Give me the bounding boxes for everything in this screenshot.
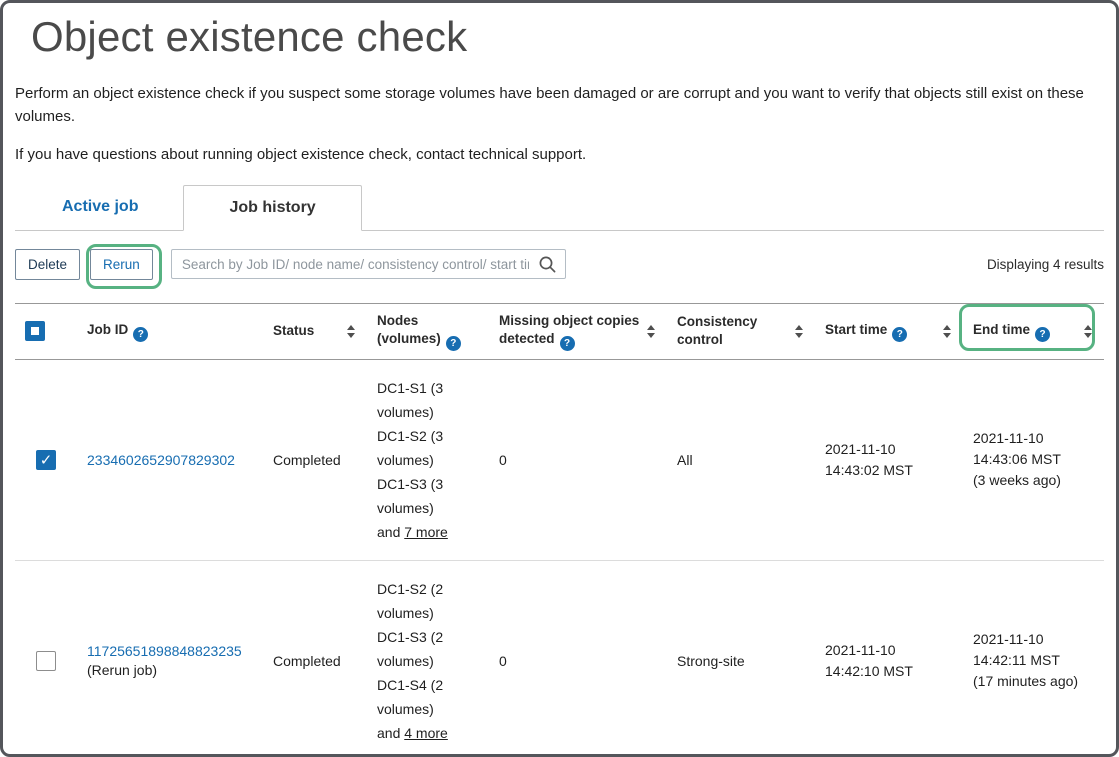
- status-cell: Completed: [263, 359, 367, 560]
- help-icon[interactable]: ?: [892, 327, 907, 342]
- clock-line: 14:42:11 MST: [973, 650, 1094, 671]
- job-id-link[interactable]: 2334602652907829302: [87, 452, 235, 468]
- date-line: 2021-11-10: [973, 629, 1094, 650]
- clock-line: 14:43:02 MST: [825, 460, 953, 481]
- delete-button[interactable]: Delete: [15, 249, 80, 280]
- rerun-job-note: (Rerun job): [87, 662, 253, 678]
- consistency-value: All: [677, 452, 693, 468]
- select-all-checkbox[interactable]: [25, 321, 45, 341]
- nodes-more-line: and 4 more: [377, 721, 479, 745]
- col-header-consistency: Consistency control: [667, 303, 815, 359]
- row-checkbox[interactable]: [36, 651, 56, 671]
- row-select-cell: [15, 560, 77, 757]
- help-icon[interactable]: ?: [560, 336, 575, 351]
- nodes-more-line: and 7 more: [377, 520, 479, 544]
- col-label-nodes: Nodes (volumes): [377, 313, 441, 346]
- col-header-end-time: End time?: [963, 303, 1104, 359]
- sort-icon[interactable]: [795, 325, 805, 338]
- help-icon[interactable]: ?: [133, 327, 148, 342]
- header-row: Job ID? Status Nodes (volumes)?: [15, 303, 1104, 359]
- relative-time-line: (3 weeks ago): [973, 470, 1094, 491]
- rerun-button[interactable]: Rerun: [90, 249, 153, 280]
- consistency-cell: Strong-site: [667, 560, 815, 757]
- col-header-status: Status: [263, 303, 367, 359]
- missing-copies-value: 0: [499, 452, 507, 468]
- col-header-job-id: Job ID?: [77, 303, 263, 359]
- date-line: 2021-11-10: [973, 428, 1094, 449]
- search-icon[interactable]: [538, 255, 557, 274]
- table-row: 2334602652907829302 Completed DC1-S1 (3 …: [15, 359, 1104, 560]
- page-content: Object existence check Perform an object…: [3, 3, 1116, 757]
- col-header-missing-copies: Missing object copies detected?: [489, 303, 667, 359]
- search-input[interactable]: [171, 249, 566, 279]
- col-header-select: [15, 303, 77, 359]
- nodes-cell: DC1-S2 (2 volumes) DC1-S3 (2 volumes) DC…: [367, 560, 489, 757]
- job-id-cell: 11725651898848823235 (Rerun job): [77, 560, 263, 757]
- missing-copies-cell: 0: [489, 560, 667, 757]
- sort-icon[interactable]: [1084, 325, 1094, 338]
- consistency-cell: All: [667, 359, 815, 560]
- sort-icon[interactable]: [943, 325, 953, 338]
- row-select-cell: [15, 359, 77, 560]
- sort-icon[interactable]: [347, 325, 357, 338]
- col-label-start-time: Start time: [825, 322, 887, 337]
- status-value: Completed: [273, 452, 341, 468]
- date-line: 2021-11-10: [825, 439, 953, 460]
- node-volumes: DC1-S2 (2 volumes): [377, 577, 479, 625]
- help-icon[interactable]: ?: [446, 336, 461, 351]
- col-label-end-time: End time: [973, 322, 1030, 337]
- status-cell: Completed: [263, 560, 367, 757]
- clock-line: 14:43:06 MST: [973, 449, 1094, 470]
- start-time-cell: 2021-11-10 14:42:10 MST: [815, 560, 963, 757]
- tab-active-job[interactable]: Active job: [17, 185, 183, 230]
- node-volumes: DC1-S3 (2 volumes): [377, 625, 479, 673]
- node-volumes: DC1-S4 (2 volumes): [377, 673, 479, 721]
- and-text: and: [377, 725, 400, 741]
- status-value: Completed: [273, 653, 341, 669]
- date-line: 2021-11-10: [825, 640, 953, 661]
- table-row: 11725651898848823235 (Rerun job) Complet…: [15, 560, 1104, 757]
- consistency-value: Strong-site: [677, 653, 745, 669]
- search-box: [171, 249, 566, 279]
- col-label-status: Status: [273, 323, 314, 338]
- results-count: Displaying 4 results: [987, 257, 1104, 272]
- relative-time-line: (17 minutes ago): [973, 671, 1094, 692]
- node-volumes: DC1-S1 (3 volumes): [377, 376, 479, 424]
- node-volumes: DC1-S2 (3 volumes): [377, 424, 479, 472]
- col-label-consistency: Consistency control: [677, 314, 757, 347]
- nodes-cell: DC1-S1 (3 volumes) DC1-S2 (3 volumes) DC…: [367, 359, 489, 560]
- object-existence-check-page: Object existence check Perform an object…: [0, 0, 1119, 757]
- support-note: If you have questions about running obje…: [15, 144, 1104, 167]
- missing-copies-value: 0: [499, 653, 507, 669]
- page-description: Perform an object existence check if you…: [15, 83, 1104, 128]
- and-text: and: [377, 524, 400, 540]
- end-time-cell: 2021-11-10 14:43:06 MST (3 weeks ago): [963, 359, 1104, 560]
- col-label-job-id: Job ID: [87, 322, 128, 337]
- node-volumes: DC1-S3 (3 volumes): [377, 472, 479, 520]
- toolbar: Delete Rerun Displaying 4 results: [15, 249, 1104, 280]
- job-history-table: Job ID? Status Nodes (volumes)?: [15, 303, 1104, 757]
- more-nodes-link[interactable]: 7 more: [404, 524, 448, 540]
- col-header-start-time: Start time?: [815, 303, 963, 359]
- start-time-cell: 2021-11-10 14:43:02 MST: [815, 359, 963, 560]
- missing-copies-cell: 0: [489, 359, 667, 560]
- job-id-cell: 2334602652907829302: [77, 359, 263, 560]
- more-nodes-link[interactable]: 4 more: [404, 725, 448, 741]
- row-checkbox[interactable]: [36, 450, 56, 470]
- tab-job-history[interactable]: Job history: [183, 185, 361, 231]
- end-time-cell: 2021-11-10 14:42:11 MST (17 minutes ago): [963, 560, 1104, 757]
- sort-icon[interactable]: [647, 325, 657, 338]
- page-title: Object existence check: [31, 13, 1104, 61]
- help-icon[interactable]: ?: [1035, 327, 1050, 342]
- tab-bar: Active job Job history: [15, 185, 1104, 231]
- clock-line: 14:42:10 MST: [825, 661, 953, 682]
- col-header-nodes: Nodes (volumes)?: [367, 303, 489, 359]
- job-id-link[interactable]: 11725651898848823235: [87, 643, 242, 659]
